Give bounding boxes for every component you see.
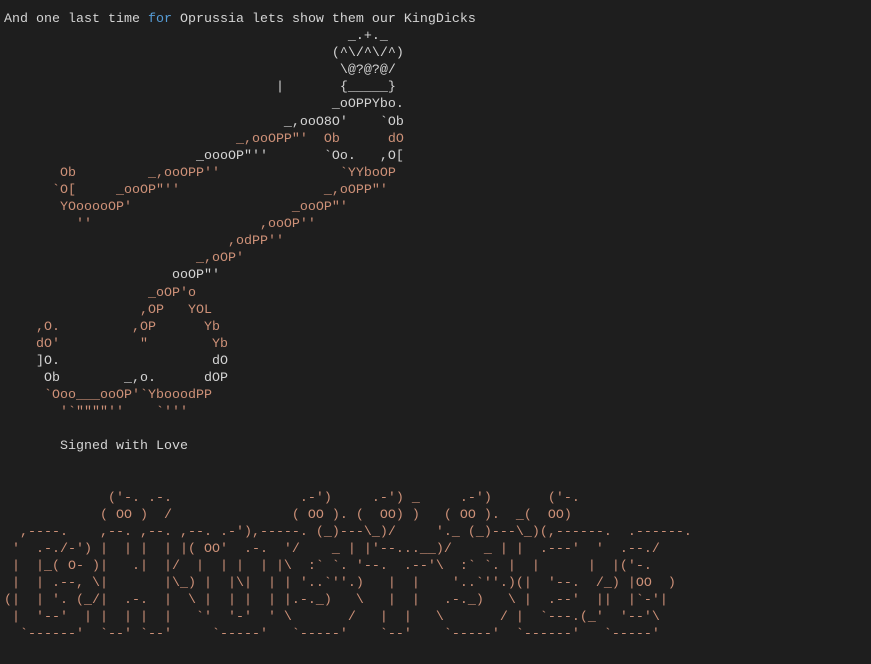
title-text: And one last time (4, 12, 148, 27)
editor-text-area[interactable]: And one last time for Oprussia lets show… (4, 11, 692, 643)
art-line: _,ooO8O' `Ob (4, 114, 404, 130)
art-line: ,O. ,OP Yb (4, 319, 220, 335)
art-line: | {_____} (4, 80, 396, 96)
ascii-art: _.+._ (^\/^\/^) \@?@?@/ | {_____} _oOPPY (4, 28, 692, 421)
art-line: _oooOP"'' `Oo. ,O[ (4, 148, 404, 164)
title-line: And one last time for Oprussia lets show… (4, 11, 692, 28)
art-line: YOooooOP' _ooOP"' (4, 200, 348, 216)
art-line: _oOP'o (4, 285, 196, 301)
banner-line: | | .--, \| |\_) | |\| | | '..`''.) | | … (4, 576, 676, 592)
art-line: _,oOP' (4, 251, 244, 267)
banner-line: (| | '. (_/| .-. | \ | | | | |.-._) \ | … (4, 593, 668, 609)
art-line: ooOP"' (4, 268, 220, 284)
art-line: _.+._ (4, 29, 388, 45)
art-line: `Ooo___ooOP'`YbooodPP (4, 388, 212, 404)
art-line: (^\/^\/^) (4, 46, 404, 62)
art-line: `O[ _ooOP"'' _,oOPP"' (4, 182, 388, 198)
banner-line: ( OO ) / ( OO ). ( OO) ) ( OO ). _( OO) (4, 507, 572, 523)
art-line: ,odPP'' (4, 234, 284, 250)
art-line: Ob _,o. dOP (4, 370, 228, 386)
art-line: ]O. dO (4, 353, 228, 369)
ascii-banner: ('-. .-. .-') .-') _ .-') ('-. ( OO ) / … (4, 490, 692, 644)
art-line: \@?@?@/ (4, 63, 396, 79)
art-line: _,ooOPP"' Ob dO (4, 131, 404, 147)
banner-line: ,----. ,--. ,--. ,--. .-'),-----. (_)---… (4, 524, 692, 540)
art-line: '' ,ooOP'' (4, 217, 316, 233)
banner-line: `------' `--' `--' `-----' `-----' `--' … (4, 627, 660, 643)
banner-line: ('-. .-. .-') .-') _ .-') ('-. (4, 490, 580, 506)
title-text-rest: Oprussia lets show them our KingDicks (171, 12, 476, 27)
banner-line: ' .-./-') | | | | |( OO' .-. '/ _ | |'--… (4, 541, 660, 557)
art-line: _oOPPYbo. (4, 97, 404, 113)
art-line: ,OP YOL (4, 302, 212, 318)
art-line: dO' " Yb (4, 336, 228, 352)
signature-line: Signed with Love (4, 439, 188, 455)
art-line: Ob _,ooOPP'' `YYboOP (4, 165, 396, 181)
banner-line: | '--' | | | | | `' '-' ' \ / | | \ / | … (4, 610, 660, 626)
title-keyword: for (147, 12, 172, 27)
art-line: '`""""'' `''' (4, 405, 188, 421)
banner-line: | |_( O- )| .| |/ | | | | |\ :` `. '--. … (4, 559, 652, 574)
